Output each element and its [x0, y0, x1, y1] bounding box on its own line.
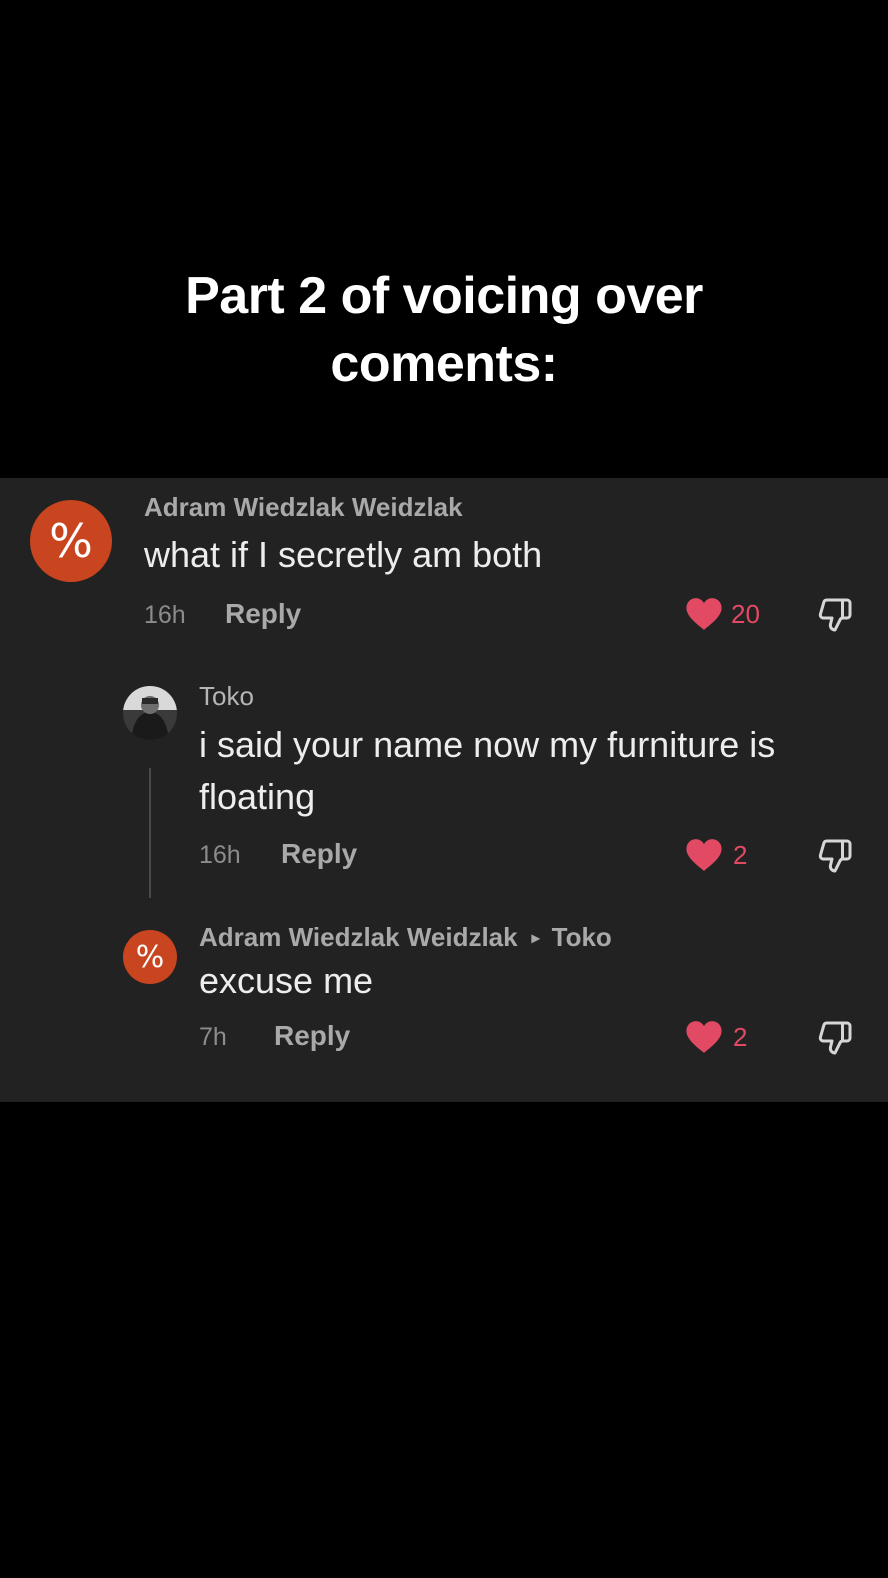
comment-2: Toko i said your name now my furniture i… — [0, 678, 888, 908]
person-photo-icon — [123, 686, 177, 740]
thread-line — [149, 768, 151, 898]
comment-timestamp: 16h — [199, 841, 241, 869]
overlay-caption-line-2: coments: — [330, 335, 558, 393]
dislike-icon[interactable] — [817, 837, 853, 875]
overlay-caption-line-1: Part 2 of voicing over — [185, 267, 703, 325]
video-frame: Part 2 of voicing over coments: % Adram … — [0, 0, 888, 1578]
comment-text-line-2: floating — [199, 776, 316, 817]
reply-button[interactable]: Reply — [274, 1021, 350, 1051]
avatar-percent-icon[interactable]: % — [30, 500, 112, 582]
comment-text: what if I secretly am both — [144, 534, 543, 575]
comment-3: % Adram Wiedzlak Weidzlak ▸ Toko excuse me… — [0, 918, 888, 1068]
heart-icon[interactable] — [685, 1020, 723, 1054]
like-count: 2 — [733, 1022, 748, 1052]
reply-to-username[interactable]: Toko — [552, 922, 612, 952]
dislike-icon[interactable] — [817, 1019, 853, 1057]
user-photo-avatar[interactable] — [123, 686, 177, 740]
overlay-caption: Part 2 of voicing over coments: — [0, 262, 888, 398]
dislike-icon[interactable] — [817, 596, 853, 634]
comment-username[interactable]: Adram Wiedzlak Weidzlak — [144, 492, 463, 522]
heart-icon[interactable] — [685, 838, 723, 872]
heart-icon[interactable] — [685, 597, 723, 631]
reply-to-arrow-icon: ▸ — [531, 930, 540, 947]
comment-text: excuse me — [199, 960, 374, 1001]
comment-1: % Adram Wiedzlak Weidzlak what if I secr… — [0, 478, 888, 648]
reply-button[interactable]: Reply — [225, 599, 301, 629]
comment-timestamp: 16h — [144, 601, 186, 629]
comments-screenshot: % Adram Wiedzlak Weidzlak what if I secr… — [0, 478, 888, 1102]
comment-username-with-reply-target: Adram Wiedzlak Weidzlak ▸ Toko — [199, 922, 612, 954]
comment-text-line-1: i said your name now my furniture is — [199, 724, 776, 765]
comment-username[interactable]: Adram Wiedzlak Weidzlak — [199, 922, 518, 952]
like-count: 2 — [733, 840, 748, 870]
comment-timestamp: 7h — [199, 1023, 227, 1051]
avatar-percent-icon[interactable]: % — [123, 930, 177, 984]
comment-username[interactable]: Toko — [199, 681, 254, 711]
reply-button[interactable]: Reply — [281, 839, 357, 869]
like-count: 20 — [731, 599, 760, 629]
